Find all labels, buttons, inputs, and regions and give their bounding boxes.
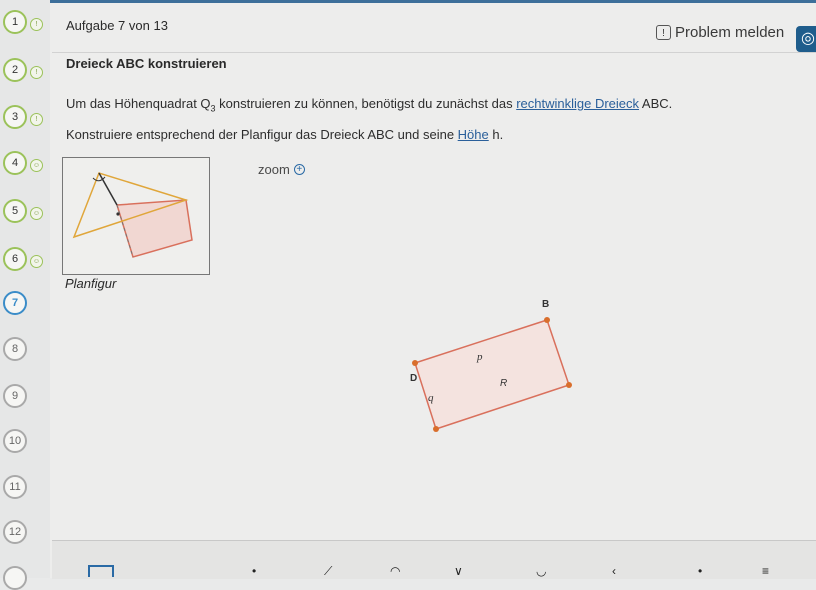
task-button-11[interactable]: 11 (3, 475, 27, 499)
task-title: Dreieck ABC konstruieren (66, 56, 227, 71)
label-d: D (410, 373, 417, 384)
zoom-button[interactable]: zoom + (258, 162, 305, 177)
task-button-6[interactable]: 6 (3, 247, 27, 271)
task-button-9[interactable]: 9 (3, 384, 27, 408)
task-header: Aufgabe 7 von 13 ! Problem melden (52, 8, 816, 53)
rating-icon: ! (30, 113, 43, 126)
point-d[interactable] (412, 360, 418, 366)
dot-tool-icon[interactable]: • (698, 565, 702, 577)
zoom-label: zoom (258, 162, 290, 177)
square-r (414, 319, 570, 430)
line-tool-icon[interactable]: ⟋ (324, 565, 332, 577)
instruction-text: Konstruiere entsprechend der Planfigur d… (66, 127, 458, 142)
label-q: q (428, 392, 434, 404)
menu-tool-icon[interactable]: ≡ (762, 565, 769, 577)
flag-icon: ! (656, 25, 671, 40)
point-corner[interactable] (433, 426, 439, 432)
instruction-text: ABC. (639, 96, 673, 111)
task-button-2[interactable]: 2 (3, 58, 27, 82)
report-problem-label: Problem melden (675, 24, 785, 41)
sketch-right-angle-dot (116, 212, 120, 216)
smiley-icon: ☺ (30, 159, 43, 172)
point-corner[interactable] (566, 382, 572, 388)
circle-tool-icon[interactable]: ◠ (390, 565, 400, 577)
sketch-square (116, 199, 193, 258)
lifebuoy-icon[interactable]: ◎ (796, 26, 816, 52)
sketch-drawing (72, 172, 193, 258)
perpendicular-tool-icon[interactable]: ∨ (454, 565, 463, 577)
toolbar: • ⟋ ◠ ∨ ◡ ‹ • ≡ (52, 540, 816, 579)
task-button-5[interactable]: 5 (3, 199, 27, 223)
label-b: B (542, 299, 549, 310)
rating-icon: ! (30, 18, 43, 31)
construction-canvas[interactable]: B D p q R (400, 290, 590, 440)
height-link[interactable]: Höhe (458, 127, 489, 142)
task-button-7[interactable]: 7 (3, 291, 27, 315)
instruction-line-2: Konstruiere entsprechend der Planfigur d… (66, 127, 503, 143)
instruction-text: konstruieren zu können, benötigst du zun… (215, 96, 517, 111)
smiley-icon: ☺ (30, 207, 43, 220)
task-button-12[interactable]: 12 (3, 520, 27, 544)
task-button-1[interactable]: 1 (3, 10, 27, 34)
instruction-text: Um das Höhenquadrat Q (66, 96, 211, 111)
task-button-8[interactable]: 8 (3, 337, 27, 361)
report-problem-button[interactable]: ! Problem melden (656, 24, 784, 41)
label-r: R (500, 378, 507, 389)
right-triangle-link[interactable]: rechtwinklige Dreieck (516, 96, 639, 111)
arc-tool-icon[interactable]: ◡ (536, 565, 546, 577)
task-button-3[interactable]: 3 (3, 105, 27, 129)
point-tool-icon[interactable]: • (252, 565, 256, 577)
rating-icon: ! (30, 66, 43, 79)
task-counter: Aufgabe 7 von 13 (66, 18, 168, 33)
smiley-icon: ☺ (30, 255, 43, 268)
task-sidebar: 1 ! 2 ! 3 ! 4 ☺ 5 ☺ 6 ☺ 7 8 9 10 11 12 (0, 0, 50, 590)
task-button-13-partial[interactable] (3, 566, 27, 590)
zoom-in-icon: + (293, 164, 305, 175)
instruction-text: h. (488, 127, 504, 142)
sketch-figure (62, 157, 210, 275)
move-tool-icon[interactable] (88, 565, 114, 577)
sketch-caption: Planfigur (65, 276, 117, 291)
task-button-10[interactable]: 10 (3, 429, 27, 453)
angle-tool-icon[interactable]: ‹ (612, 565, 616, 577)
point-b[interactable] (544, 317, 550, 323)
instruction-line-1: Um das Höhenquadrat Q3 konstruieren zu k… (66, 96, 672, 117)
label-p: p (476, 351, 483, 363)
task-button-4[interactable]: 4 (3, 151, 27, 175)
